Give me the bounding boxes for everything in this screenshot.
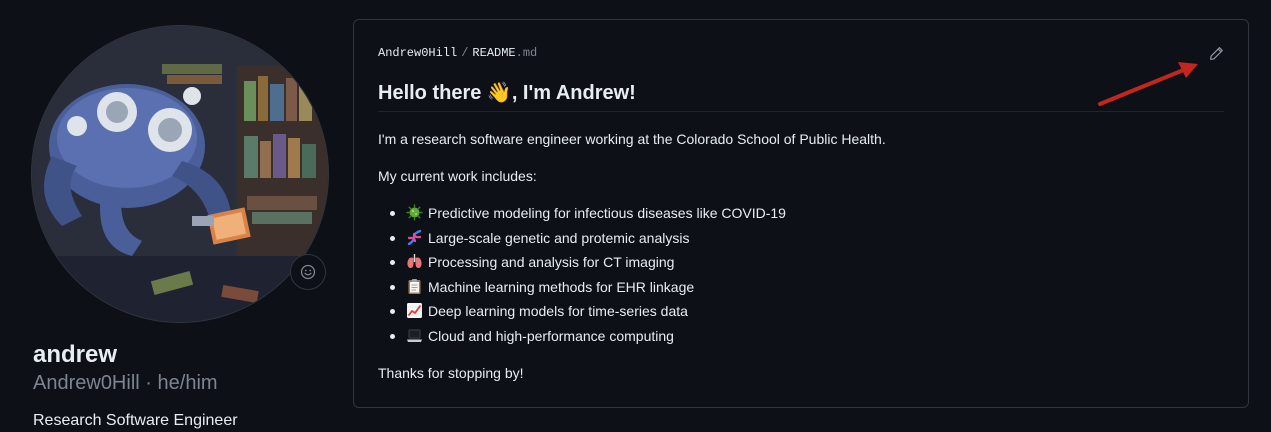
profile-separator: · — [145, 372, 152, 394]
smiley-icon — [300, 264, 316, 280]
list-item-label: Processing and analysis for CT imaging — [428, 254, 675, 271]
list-item-label: Large-scale genetic and protemic analysi… — [428, 229, 690, 246]
breadcrumb-file-extension: .md — [515, 46, 538, 60]
list-item: Machine learning methods for EHR linkage — [378, 277, 786, 302]
list-item: Large-scale genetic and protemic analysi… — [378, 228, 786, 253]
readme-closing: Thanks for stopping by! — [378, 365, 524, 381]
laptop-icon — [406, 327, 423, 344]
breadcrumb-owner-link[interactable]: Andrew0Hill — [378, 46, 457, 60]
profile-page: andrew Andrew0Hill · he/him Research Sof… — [0, 0, 1271, 432]
readme-work-heading: My current work includes: — [378, 168, 537, 184]
list-item: Processing and analysis for CT imaging — [378, 252, 786, 277]
heading-divider — [378, 111, 1224, 112]
list-item-label: Deep learning models for time-series dat… — [428, 303, 688, 320]
microbe-icon — [406, 204, 423, 221]
lungs-icon — [406, 253, 423, 270]
list-item: Cloud and high-performance computing — [378, 326, 786, 351]
dna-icon — [406, 229, 423, 246]
breadcrumb-file-link[interactable]: README — [472, 46, 515, 60]
breadcrumb-separator: / — [461, 46, 469, 60]
annotation-arrow — [1098, 62, 1198, 106]
pencil-icon — [1209, 46, 1223, 60]
profile-username-line: Andrew0Hill · he/him — [33, 370, 218, 396]
readme-heading: Hello there 👋, I'm Andrew! — [378, 82, 636, 104]
profile-bio: Research Software Engineer — [33, 412, 238, 429]
profile-pronouns: he/him — [157, 372, 218, 394]
work-list: Predictive modeling for infectious disea… — [378, 203, 786, 351]
list-item-label: Predictive modeling for infectious disea… — [428, 205, 786, 221]
set-status-button[interactable] — [290, 254, 326, 290]
avatar[interactable] — [32, 26, 328, 322]
list-item-label: Machine learning methods for EHR linkage — [428, 278, 695, 295]
list-item: Deep learning models for time-series dat… — [378, 301, 786, 326]
readme-card: Andrew0Hill / README .md Hello there 👋, I… — [353, 19, 1249, 408]
profile-username: Andrew0Hill — [33, 372, 140, 394]
readme-breadcrumb: Andrew0Hill / README .md — [378, 46, 537, 60]
list-item: Predictive modeling for infectious disea… — [378, 203, 786, 228]
avatar-container — [32, 26, 328, 322]
profile-display-name: andrew — [33, 341, 118, 368]
clipboard-icon — [406, 278, 423, 295]
list-item-label: Cloud and high-performance computing — [428, 327, 674, 344]
chart-increasing-icon — [406, 302, 423, 319]
readme-intro: I'm a research software engineer working… — [378, 131, 886, 147]
edit-readme-button[interactable] — [1207, 44, 1225, 62]
avatar-illustration — [32, 26, 328, 322]
